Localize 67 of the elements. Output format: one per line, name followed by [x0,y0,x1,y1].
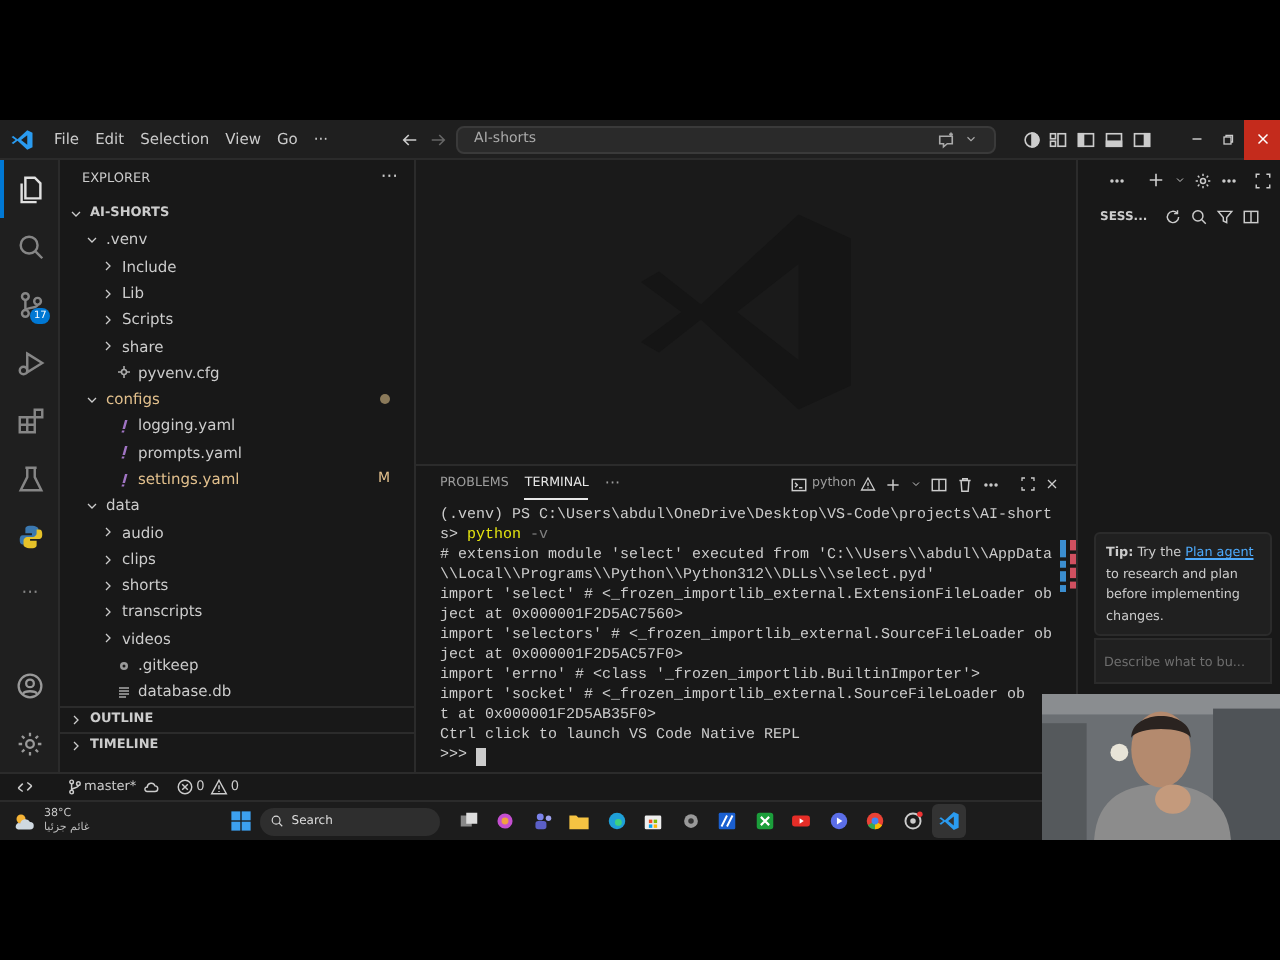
right-panel-icon[interactable] [1132,129,1152,149]
chat-icon[interactable] [936,129,957,149]
settings-icon[interactable] [16,729,44,757]
folder-icon [568,810,591,832]
more-views-button[interactable]: ··· [0,566,60,624]
restore-icon [1220,131,1236,147]
error-icon [176,778,195,796]
warning-icon [210,778,229,796]
forward-arrow-icon[interactable] [428,129,449,149]
lines-icon [116,683,132,700]
code-editor-icon [938,810,961,832]
branch-icon [66,778,84,796]
chevron-icon[interactable] [964,132,979,146]
extensions-icon [15,406,45,436]
filter-icon[interactable] [1215,207,1234,225]
browser-icon [864,810,887,832]
account-icon[interactable] [16,671,44,699]
maximize-icon[interactable] [1254,171,1272,189]
source-control-icon [15,290,45,320]
remote-icon[interactable] [16,778,34,796]
play-icon [790,810,813,832]
python-icon [15,522,45,552]
testing-icon [15,464,45,494]
contrast-icon[interactable] [1022,129,1043,149]
refresh-icon[interactable] [1163,207,1182,225]
x-icon [753,810,776,832]
files-icon [15,174,45,204]
exclamation-icon [116,418,132,435]
search-icon [269,814,284,828]
exclamation-icon [116,444,132,461]
close-icon[interactable] [1044,476,1060,492]
trash-icon[interactable] [956,475,974,493]
terminal-icon [789,475,808,493]
more-actions-button[interactable]: ··· [380,166,398,194]
aperture-icon [901,810,924,832]
chevron-icon[interactable] [910,478,922,490]
left-panel-icon[interactable] [1076,129,1096,149]
search-icon[interactable] [1189,207,1208,225]
split-icon[interactable] [930,475,948,493]
run-debug-icon [15,348,45,378]
cloud-icon [142,778,161,796]
dot-icon [116,657,132,674]
people-icon [531,810,554,832]
plus-icon[interactable] [884,475,902,493]
bottom-panel-icon[interactable] [1104,129,1124,149]
start-icon[interactable] [229,810,252,832]
back-arrow-icon[interactable] [400,129,421,149]
text-cursor [475,747,486,765]
warning-icon [860,476,876,492]
chevron-icon[interactable] [1174,174,1186,186]
modified-dot [380,394,390,405]
more-button[interactable]: ··· [604,472,621,496]
maximize-icon[interactable] [1020,476,1036,492]
play-icon [827,810,850,832]
close-icon [1253,130,1271,148]
split-icon[interactable] [1241,207,1260,225]
layout-icon[interactable] [1048,129,1068,149]
search-icon [15,232,45,262]
vscode-logo-icon [10,127,34,151]
settings-icon[interactable] [1194,171,1212,189]
slash-icon [716,810,739,832]
overview-ruler-drawing [1060,540,1076,592]
exclamation-icon [116,471,132,488]
taskbar-app[interactable] [932,804,967,838]
windows-icon [457,810,480,832]
plus-icon[interactable] [1146,170,1166,190]
weather-icon [12,809,36,833]
